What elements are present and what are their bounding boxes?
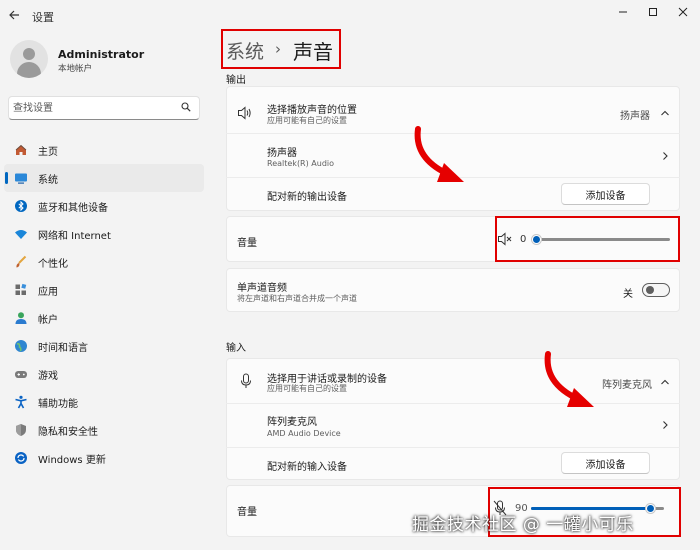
watermark: 掘金技术社区 @ 一罐小可乐	[412, 515, 634, 535]
sidebar-item-label: 辅助功能	[38, 399, 78, 410]
sidebar-item-bluetooth[interactable]: 蓝牙和其他设备	[4, 192, 204, 220]
update-icon	[15, 452, 27, 464]
app-title: 设置	[32, 11, 54, 24]
microphone-icon	[241, 373, 251, 388]
sidebar-item-privacy-security[interactable]: 隐私和安全性	[4, 416, 204, 444]
brush-icon	[16, 255, 27, 268]
annotation-arrow-icon	[544, 351, 594, 407]
chevron-right-icon	[663, 152, 668, 160]
mono-audio-subtitle: 将左声道和右声道合并成一个声道	[237, 294, 357, 303]
sidebar-item-label: 隐私和安全性	[38, 427, 98, 438]
sidebar-item-windows-update[interactable]: Windows 更新	[4, 444, 204, 472]
mono-audio-toggle[interactable]	[642, 283, 670, 297]
sidebar-item-personalization[interactable]: 个性化	[4, 248, 204, 276]
mono-audio-title: 单声道音频	[237, 283, 287, 294]
sidebar-item-time-language[interactable]: 时间和语言	[4, 332, 204, 360]
input-selected-device: 阵列麦克风	[602, 380, 652, 391]
input-device-title: 阵列麦克风	[267, 417, 317, 428]
gamepad-icon	[15, 371, 27, 378]
input-device-subtitle: AMD Audio Device	[267, 429, 341, 438]
breadcrumb-separator: ›	[275, 40, 281, 58]
back-button[interactable]	[6, 6, 22, 24]
sidebar-item-label: 蓝牙和其他设备	[38, 203, 108, 214]
accessibility-icon	[15, 395, 27, 409]
chevron-right-icon	[663, 421, 668, 429]
maximize-button[interactable]	[642, 2, 664, 22]
account-icon	[15, 312, 27, 324]
output-pair-title: 配对新的输出设备	[267, 192, 347, 203]
mono-audio-state: 关	[623, 289, 633, 300]
globe-icon	[15, 340, 27, 352]
input-volume-label: 音量	[237, 507, 257, 518]
home-icon	[15, 144, 27, 155]
input-pair-title: 配对新的输入设备	[267, 462, 347, 473]
output-choose-title: 选择播放声音的位置	[267, 105, 357, 116]
minimize-icon	[619, 11, 627, 13]
sidebar-item-system[interactable]: 系统	[4, 164, 204, 192]
system-icon	[15, 173, 27, 184]
back-arrow-icon	[9, 10, 19, 20]
close-button[interactable]	[672, 2, 694, 22]
search-box[interactable]	[8, 96, 200, 120]
sidebar-item-gaming[interactable]: 游戏	[4, 360, 204, 388]
chevron-up-icon	[661, 379, 669, 385]
output-device-subtitle: Realtek(R) Audio	[267, 159, 335, 168]
output-device-title: 扬声器	[267, 148, 297, 159]
sidebar-item-network[interactable]: 网络和 Internet	[4, 220, 204, 248]
sidebar-item-label: 系统	[38, 175, 58, 186]
divider	[226, 447, 680, 448]
minimize-button[interactable]	[612, 2, 634, 22]
output-volume-label: 音量	[237, 238, 257, 249]
breadcrumb-parent[interactable]: 系统	[226, 37, 264, 64]
search-icon	[181, 102, 191, 112]
sidebar-item-label: Windows 更新	[38, 455, 106, 466]
output-choose-subtitle: 应用可能有自己的设置	[267, 116, 347, 125]
sidebar-item-label: 网络和 Internet	[38, 231, 111, 242]
close-icon	[678, 7, 688, 17]
shield-icon	[16, 424, 26, 436]
apps-icon	[15, 283, 27, 295]
sidebar-nav: 主页 系统 蓝牙和其他设备 网络和 Internet 个性化 应用 帐户 时间和…	[4, 136, 204, 472]
avatar[interactable]	[10, 40, 48, 78]
sidebar-item-accessibility[interactable]: 辅助功能	[4, 388, 204, 416]
search-input[interactable]	[13, 100, 173, 116]
output-selected-device: 扬声器	[620, 111, 650, 122]
input-section-label: 输入	[226, 343, 246, 354]
output-section-label: 输出	[226, 75, 246, 86]
account-type: 本地帐户	[58, 64, 93, 74]
sidebar-item-label: 帐户	[38, 315, 58, 326]
mono-audio-card	[226, 268, 680, 312]
divider	[226, 403, 680, 404]
chevron-up-icon	[661, 110, 669, 116]
wifi-icon	[15, 230, 27, 239]
sidebar-item-label: 游戏	[38, 371, 58, 382]
sidebar-item-accounts[interactable]: 帐户	[4, 304, 204, 332]
user-name: Administrator	[58, 48, 145, 61]
bluetooth-icon	[15, 200, 27, 212]
sidebar-item-label: 主页	[38, 147, 58, 158]
sidebar-item-home[interactable]: 主页	[4, 136, 204, 164]
sidebar-item-label: 个性化	[38, 259, 68, 270]
speaker-icon	[238, 106, 251, 120]
sidebar-item-label: 时间和语言	[38, 343, 88, 354]
title-bar: 设置	[0, 0, 700, 30]
output-volume-highlight	[495, 216, 680, 262]
input-choose-subtitle: 应用可能有自己的设置	[267, 384, 347, 393]
sidebar-item-label: 应用	[38, 287, 58, 298]
add-output-device-button[interactable]: 添加设备	[561, 183, 650, 205]
add-input-device-button[interactable]: 添加设备	[561, 452, 650, 474]
page-title: 声音	[293, 40, 333, 64]
annotation-arrow-icon	[414, 126, 464, 182]
maximize-icon	[649, 8, 657, 16]
sidebar-item-apps[interactable]: 应用	[4, 276, 204, 304]
